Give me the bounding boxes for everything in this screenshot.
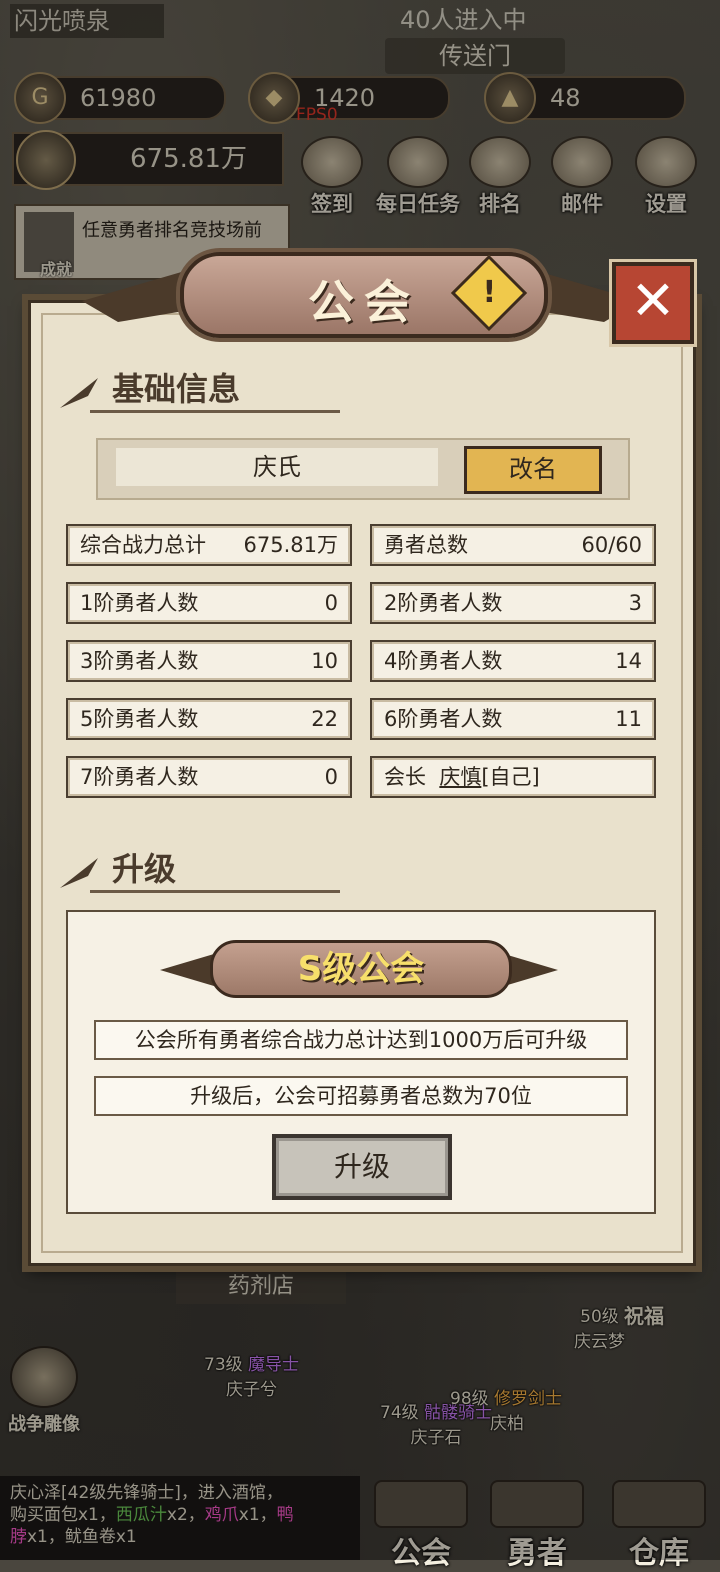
stat-tier6: 6阶勇者人数 11 xyxy=(370,698,656,740)
leader-label: 会长 xyxy=(384,765,426,789)
upgrade-title: 升级 xyxy=(112,850,177,888)
upgrade-button[interactable]: 升级 xyxy=(272,1134,452,1200)
guild-name-field: 庆氏 xyxy=(116,448,438,486)
leader-name-link[interactable]: 庆慎 xyxy=(439,765,481,789)
stat-label: 1阶勇者人数 xyxy=(80,591,199,615)
stat-tier1: 1阶勇者人数 0 xyxy=(66,582,352,624)
stat-label: 5阶勇者人数 xyxy=(80,707,199,731)
stat-value: 0 xyxy=(324,765,338,789)
leader-line: 会长 庆慎[自己] xyxy=(384,758,540,796)
guild-grade-banner: S级公会 xyxy=(210,940,512,998)
upgrade-benefit: 升级后，公会可招募勇者总数为70位 xyxy=(94,1076,628,1116)
close-button[interactable]: ✕ xyxy=(612,262,694,344)
stat-label: 勇者总数 xyxy=(384,533,468,557)
stat-value: 11 xyxy=(615,707,642,731)
stat-hero-count: 勇者总数 60/60 xyxy=(370,524,656,566)
upgrade-condition: 公会所有勇者综合战力总计达到1000万后可升级 xyxy=(94,1020,628,1060)
stat-value: 60/60 xyxy=(581,533,642,557)
stat-label: 7阶勇者人数 xyxy=(80,765,199,789)
stat-tier2: 2阶勇者人数 3 xyxy=(370,582,656,624)
stat-value: 675.81万 xyxy=(243,533,338,557)
stat-tier3: 3阶勇者人数 10 xyxy=(66,640,352,682)
stat-tier4: 4阶勇者人数 14 xyxy=(370,640,656,682)
stat-label: 综合战力总计 xyxy=(80,533,206,557)
section-divider xyxy=(90,410,340,413)
stat-label: 4阶勇者人数 xyxy=(384,649,503,673)
stat-label: 2阶勇者人数 xyxy=(384,591,503,615)
leader-suffix: [自己] xyxy=(481,765,540,789)
stat-tier5: 5阶勇者人数 22 xyxy=(66,698,352,740)
stat-total-power: 综合战力总计 675.81万 xyxy=(66,524,352,566)
quill-icon xyxy=(60,858,98,888)
section-divider xyxy=(90,890,340,893)
stat-value: 10 xyxy=(311,649,338,673)
stat-value: 0 xyxy=(324,591,338,615)
stat-value: 22 xyxy=(311,707,338,731)
stat-guild-leader: 会长 庆慎[自己] xyxy=(370,756,656,798)
quill-icon xyxy=(60,378,98,408)
rename-button[interactable]: 改名 xyxy=(464,446,602,494)
stat-value: 14 xyxy=(615,649,642,673)
stat-label: 6阶勇者人数 xyxy=(384,707,503,731)
basic-info-title: 基础信息 xyxy=(112,370,241,408)
stat-tier7: 7阶勇者人数 0 xyxy=(66,756,352,798)
stat-value: 3 xyxy=(628,591,642,615)
stat-label: 3阶勇者人数 xyxy=(80,649,199,673)
